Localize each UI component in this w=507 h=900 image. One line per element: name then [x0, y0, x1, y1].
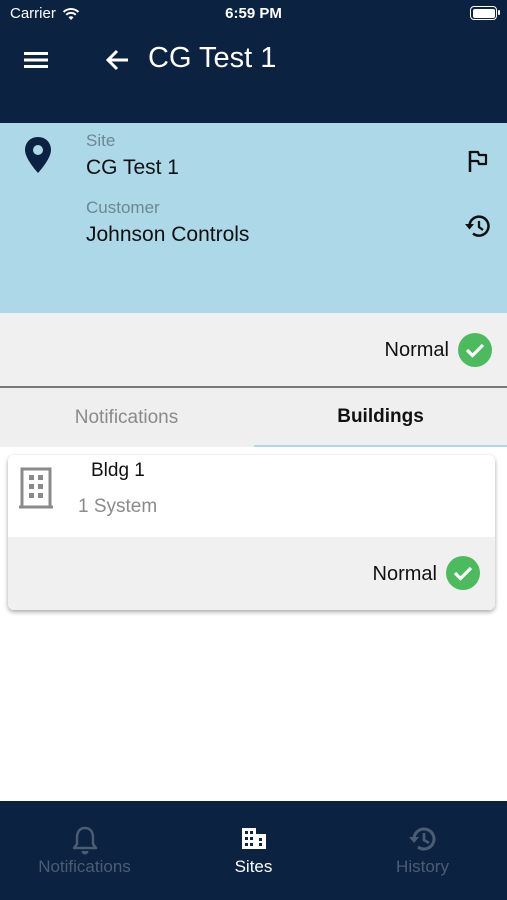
app-header: Carrier 6:59 PM CG Test 1 — [0, 0, 507, 123]
nav-history-label: History — [396, 857, 449, 876]
tab-notifications[interactable]: Notifications — [0, 388, 253, 447]
bottom-nav: Notifications Sites History — [0, 801, 507, 900]
menu-icon — [24, 52, 48, 68]
menu-button[interactable] — [22, 48, 50, 72]
site-status-row: Normal — [0, 313, 507, 386]
bell-icon — [72, 826, 97, 855]
customer-value: Johnson Controls — [86, 223, 250, 246]
nav-notifications[interactable]: Notifications — [0, 801, 169, 900]
site-info-card — [0, 123, 507, 313]
map-pin-icon — [25, 137, 51, 173]
building-status-text: Normal — [372, 563, 437, 585]
building-icon — [241, 828, 266, 849]
building-check-icon — [446, 556, 480, 590]
nav-sites-label: Sites — [234, 857, 273, 876]
site-value: CG Test 1 — [86, 156, 179, 179]
arrow-left-icon — [106, 49, 128, 71]
history-icon — [408, 827, 435, 851]
history-icon — [465, 215, 490, 237]
building-systems: 1 System — [78, 496, 158, 517]
nav-notifications-label: Notifications — [38, 857, 131, 876]
building-card[interactable] — [8, 455, 495, 610]
customer-label: Customer — [86, 198, 160, 217]
status-bar: Carrier 6:59 PM — [0, 0, 507, 28]
back-button[interactable] — [104, 46, 132, 74]
nav-sites[interactable]: Sites — [169, 801, 338, 900]
site-label: Site — [86, 131, 116, 150]
site-history-button[interactable] — [463, 211, 493, 241]
status-check-icon — [458, 333, 492, 367]
tab-bar: Notifications Buildings — [0, 388, 507, 447]
page-title: CG Test 1 — [148, 42, 277, 74]
clock: 6:59 PM — [225, 5, 282, 22]
building-icon — [19, 467, 53, 509]
flag-icon — [468, 150, 488, 172]
site-status-text: Normal — [384, 339, 449, 361]
nav-history[interactable]: History — [338, 801, 507, 900]
tab-buildings[interactable]: Buildings — [254, 388, 507, 447]
flag-button[interactable] — [464, 147, 492, 175]
building-name: Bldg 1 — [91, 460, 145, 481]
battery-icon — [470, 6, 500, 20]
